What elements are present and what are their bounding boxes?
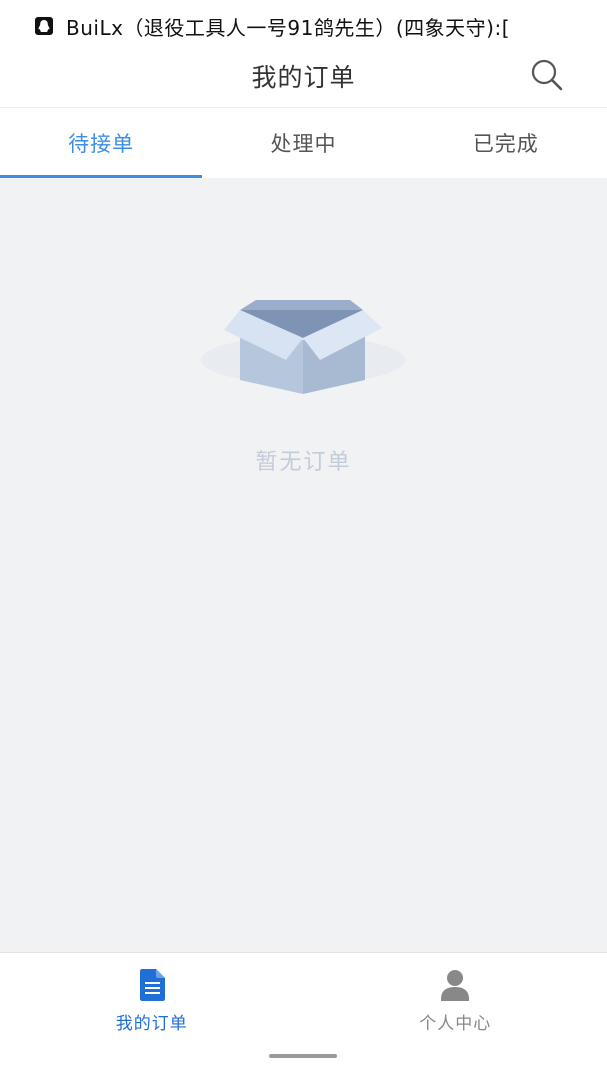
tab-label: 待接单	[68, 132, 135, 156]
home-gesture-bar[interactable]	[269, 1054, 337, 1058]
tab-completed[interactable]: 已完成	[405, 108, 607, 178]
header: 我的订单	[0, 52, 607, 108]
nav-my-orders[interactable]: 我的订单	[0, 953, 304, 1035]
status-bar: BuiLx（退役工具人一号91鸽先生）(四象天守):[	[0, 0, 607, 52]
nav-label: 我的订单	[115, 1014, 188, 1034]
tab-label: 已完成	[472, 132, 539, 156]
empty-box-icon	[201, 300, 405, 394]
notification-text: BuiLx（退役工具人一号91鸽先生）(四象天守):[	[66, 15, 511, 40]
tab-pending[interactable]: 待接单	[0, 108, 203, 178]
app-screen: BuiLx（退役工具人一号91鸽先生）(四象天守):[ 我的订单 待接单 处理中…	[0, 0, 607, 1080]
qq-penguin-icon	[35, 17, 53, 35]
tab-processing[interactable]: 处理中	[202, 108, 404, 178]
tab-label: 处理中	[270, 132, 337, 156]
bottom-nav: 我的订单 个人中心	[0, 952, 607, 1036]
search-icon	[531, 59, 563, 91]
system-navigation-area	[0, 1035, 607, 1080]
search-button[interactable]	[529, 57, 565, 93]
person-icon	[441, 970, 470, 1001]
order-tabs: 待接单 处理中 已完成	[0, 108, 607, 178]
order-list-area: 暂无订单	[0, 178, 607, 952]
nav-profile[interactable]: 个人中心	[304, 953, 607, 1035]
page-title: 我的订单	[251, 63, 356, 92]
document-icon	[139, 969, 165, 1001]
nav-label: 个人中心	[419, 1014, 492, 1034]
empty-state-text: 暂无订单	[255, 450, 352, 475]
